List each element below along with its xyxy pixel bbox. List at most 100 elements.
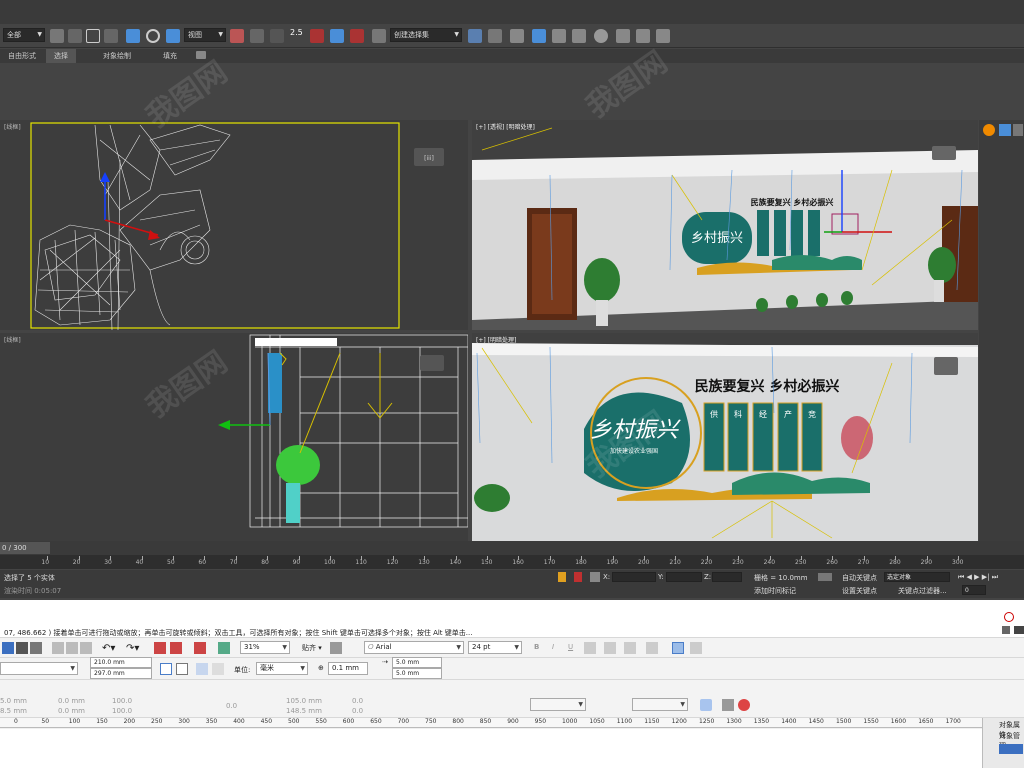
drawing-canvas[interactable] <box>0 729 982 768</box>
help-icon[interactable] <box>1004 612 1014 622</box>
time-slider[interactable]: 0 / 300 <box>0 541 1024 555</box>
scene-explorer-icon[interactable] <box>532 29 546 43</box>
select-scale-icon[interactable] <box>166 29 180 43</box>
portrait-icon[interactable] <box>160 663 172 675</box>
save-icon[interactable] <box>16 642 28 654</box>
viewport-label[interactable]: [+] [明暗处理] <box>476 335 516 344</box>
add-time-tag[interactable]: 添加时间标记 <box>754 586 796 596</box>
duplicate-y-field[interactable]: 5.0 mm <box>392 668 442 679</box>
bullet-list-icon[interactable] <box>604 642 616 654</box>
viewport-bottom-left[interactable]: [线框] <box>0 333 468 541</box>
landscape-icon[interactable] <box>176 663 188 675</box>
key-icon[interactable] <box>818 573 832 581</box>
align-icon[interactable] <box>488 29 502 43</box>
copy-icon[interactable] <box>66 642 78 654</box>
key-mode-dropdown[interactable]: 选定对象 <box>884 572 950 582</box>
select-rotate-icon[interactable] <box>146 29 160 43</box>
font-list-dropdown[interactable]: 𝑂 Arial ▼ <box>364 641 464 654</box>
viewport-label[interactable]: [+] [透视] [明暗处理] <box>476 122 535 131</box>
import-icon[interactable] <box>154 642 166 654</box>
tab-object-paint[interactable]: 对象绘制 <box>95 49 139 63</box>
schematic-view-icon[interactable] <box>572 29 586 43</box>
time-slider-thumb[interactable]: 0 / 300 <box>0 542 50 554</box>
layer-manager-icon[interactable] <box>510 29 524 43</box>
wrap-text-icon[interactable] <box>700 699 712 711</box>
page-size-dropdown[interactable]: ▼ <box>0 662 78 675</box>
modify-tab-icon[interactable] <box>1013 124 1023 136</box>
size-h-field[interactable]: 0.0 mm <box>58 707 85 715</box>
scale-x-field[interactable]: 100.0 <box>112 697 132 705</box>
isolate-icon[interactable] <box>574 572 582 582</box>
horizontal-text-icon[interactable] <box>672 642 684 654</box>
material-editor-icon[interactable] <box>594 29 608 43</box>
snap-toggle-label[interactable]: 2.5 <box>290 28 303 37</box>
position-y-field[interactable]: 8.5 mm <box>0 707 27 715</box>
align-text-icon[interactable] <box>584 642 596 654</box>
create-tab-icon[interactable] <box>999 124 1011 136</box>
tab-selection[interactable]: 选择 <box>46 49 76 63</box>
lock-icon[interactable] <box>1002 626 1010 634</box>
x-coord-field[interactable] <box>612 572 656 582</box>
size-w-field[interactable]: 0.0 mm <box>58 697 85 705</box>
units-dropdown[interactable]: 毫米 ▼ <box>256 662 308 675</box>
render-setup-icon[interactable] <box>616 29 630 43</box>
paste-icon[interactable] <box>80 642 92 654</box>
app-launcher-icon[interactable] <box>218 642 230 654</box>
corner-1-field[interactable]: 0.0 <box>352 697 363 705</box>
center-x-field[interactable]: 105.0 mm <box>286 697 322 705</box>
curve-editor-icon[interactable] <box>552 29 566 43</box>
viewport-top-left[interactable]: [线框] [iii] <box>0 120 468 330</box>
to-front-icon[interactable] <box>722 699 734 711</box>
outline-width-dropdown[interactable]: ▼ <box>530 698 586 711</box>
current-frame-field[interactable]: 0 <box>962 585 986 595</box>
sun-icon[interactable] <box>983 124 995 136</box>
select-by-name-icon[interactable] <box>68 29 82 43</box>
tab-populate[interactable]: 填充 <box>155 49 185 63</box>
font-size-dropdown[interactable]: 24 pt ▼ <box>468 641 522 654</box>
render-production-icon[interactable] <box>656 29 670 43</box>
drop-cap-icon[interactable] <box>624 642 636 654</box>
quick-customize-icon[interactable] <box>738 699 750 711</box>
spinner-snap-icon[interactable] <box>350 29 364 43</box>
edit-named-sel-icon[interactable] <box>372 29 386 43</box>
undo-icon[interactable]: ↶▾ <box>102 643 115 654</box>
auto-key-button[interactable]: 自动关键点 <box>842 573 877 583</box>
absolute-mode-icon[interactable] <box>590 572 600 582</box>
set-key-button[interactable]: 设置关键点 <box>842 586 877 596</box>
mirror-icon[interactable] <box>468 29 482 43</box>
corner-2-field[interactable]: 0.0 <box>352 707 363 715</box>
vertical-text-icon[interactable] <box>690 642 702 654</box>
cut-icon[interactable] <box>52 642 64 654</box>
tab-freeform[interactable]: 自由形式 <box>0 49 44 63</box>
position-x-field[interactable]: 5.0 mm <box>0 697 27 705</box>
docker-toolbar-icon[interactable] <box>999 744 1023 754</box>
center-y-field[interactable]: 148.5 mm <box>286 707 322 715</box>
outline-style-dropdown[interactable]: ▼ <box>632 698 688 711</box>
viewport-bottom-right[interactable]: 乡村振兴 加快建设农业强国 民族要复兴 乡村必振兴 供 科 经 产 竞 [+] … <box>472 333 978 541</box>
ribbon-toggle-icon[interactable] <box>196 51 206 59</box>
all-pages-icon[interactable] <box>196 663 208 675</box>
export-icon[interactable] <box>170 642 182 654</box>
y-coord-field[interactable] <box>666 572 702 582</box>
rendered-frame-icon[interactable] <box>636 29 650 43</box>
dock-icon[interactable] <box>1014 626 1024 634</box>
percent-snap-icon[interactable] <box>330 29 344 43</box>
z-coord-field[interactable] <box>712 572 742 582</box>
select-object-icon[interactable] <box>50 29 64 43</box>
rect-selection-icon[interactable] <box>86 29 100 43</box>
nudge-distance-field[interactable]: 0.1 mm <box>328 662 368 675</box>
page-height-field[interactable]: 297.0 mm <box>90 668 152 679</box>
lock-selection-icon[interactable] <box>558 572 566 582</box>
track-bar[interactable]: 10 20 30 40 50 60 70 80 90 100 110 120 130 140 150 160 1… <box>0 555 1024 569</box>
select-move-icon[interactable] <box>126 29 140 43</box>
snap-to-button[interactable]: 贴齐 ▾ <box>302 643 322 653</box>
reference-coord-dropdown[interactable]: 视图 ▼ <box>184 28 226 42</box>
keyboard-shortcut-icon[interactable] <box>270 29 284 43</box>
duplicate-x-field[interactable]: 5.0 mm <box>392 657 442 668</box>
current-page-icon[interactable] <box>212 663 224 675</box>
key-filters-button[interactable]: 关键点过滤器... <box>898 586 947 596</box>
text-edit-icon[interactable] <box>646 642 658 654</box>
publish-icon[interactable] <box>194 642 206 654</box>
zoom-dropdown[interactable]: 31% ▼ <box>240 641 290 654</box>
underline-icon[interactable]: U <box>568 643 573 651</box>
